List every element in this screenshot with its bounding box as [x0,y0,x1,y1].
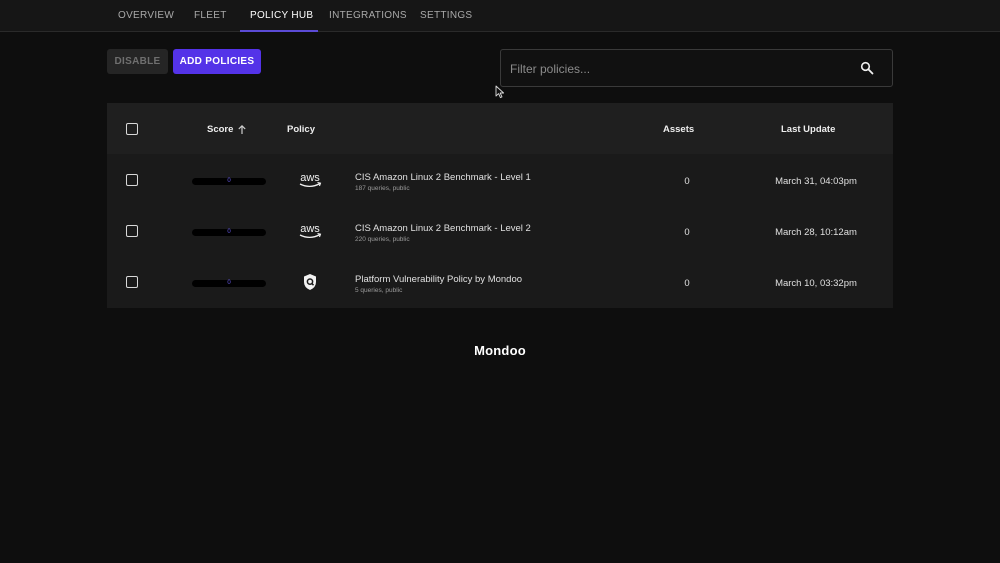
row-checkbox[interactable] [126,276,138,288]
top-nav: OVERVIEW FLEET POLICY HUB INTEGRATIONS S… [0,0,1000,32]
mondoo-shield-icon [304,274,316,290]
score-value: 0 [227,178,231,184]
row-checkbox[interactable] [126,225,138,237]
mouse-cursor-icon [495,85,505,99]
policies-table: Score Policy Assets Last Update 0 aws CI… [107,103,893,308]
last-update: March 31, 04:03pm [775,176,857,187]
policy-description: 5 queries, public [355,287,403,294]
arrow-up-icon[interactable] [237,124,247,135]
disable-button[interactable]: DISABLE [107,49,168,74]
score-value: 0 [227,229,231,235]
table-header: Score Policy Assets Last Update [107,103,893,154]
tab-integrations[interactable]: INTEGRATIONS [329,0,407,32]
svg-text:aws: aws [300,172,320,184]
policy-name[interactable]: CIS Amazon Linux 2 Benchmark - Level 2 [355,223,531,234]
tab-policy-hub[interactable]: POLICY HUB [250,0,313,32]
policy-name[interactable]: CIS Amazon Linux 2 Benchmark - Level 1 [355,172,531,183]
select-all-checkbox[interactable] [126,123,138,135]
table-row[interactable]: 0 Platform Vulnerability Policy by Mondo… [107,257,893,308]
filter-policies-input[interactable] [510,60,840,78]
aws-logo-icon: aws [299,172,322,188]
score-bar: 0 [192,229,266,236]
search-icon[interactable] [860,61,874,75]
policy-name[interactable]: Platform Vulnerability Policy by Mondoo [355,274,522,285]
svg-text:aws: aws [300,223,320,235]
aws-logo-icon: aws [299,223,322,239]
active-tab-indicator [240,30,318,32]
add-policies-button[interactable]: ADD POLICIES [173,49,261,74]
policy-description: 220 queries, public [355,236,410,243]
assets-column-header[interactable]: Assets [663,124,694,135]
assets-count: 0 [684,278,690,289]
last-update: March 10, 03:32pm [775,278,857,289]
score-column-header[interactable]: Score [207,124,233,135]
table-row[interactable]: 0 aws CIS Amazon Linux 2 Benchmark - Lev… [107,206,893,257]
tab-settings[interactable]: SETTINGS [420,0,472,32]
assets-count: 0 [684,227,690,238]
row-checkbox[interactable] [126,174,138,186]
last-update: March 28, 10:12am [775,227,857,238]
policy-column-header[interactable]: Policy [287,124,315,135]
score-bar: 0 [192,178,266,185]
last-update-column-header[interactable]: Last Update [781,124,835,135]
search-box [500,49,893,87]
tab-fleet[interactable]: FLEET [194,0,227,32]
tab-overview[interactable]: OVERVIEW [118,0,174,32]
table-row[interactable]: 0 aws CIS Amazon Linux 2 Benchmark - Lev… [107,155,893,206]
score-value: 0 [227,280,231,286]
score-bar: 0 [192,280,266,287]
policy-description: 187 queries, public [355,185,410,192]
assets-count: 0 [684,176,690,187]
mondoo-logo: Mondoo [474,343,526,358]
